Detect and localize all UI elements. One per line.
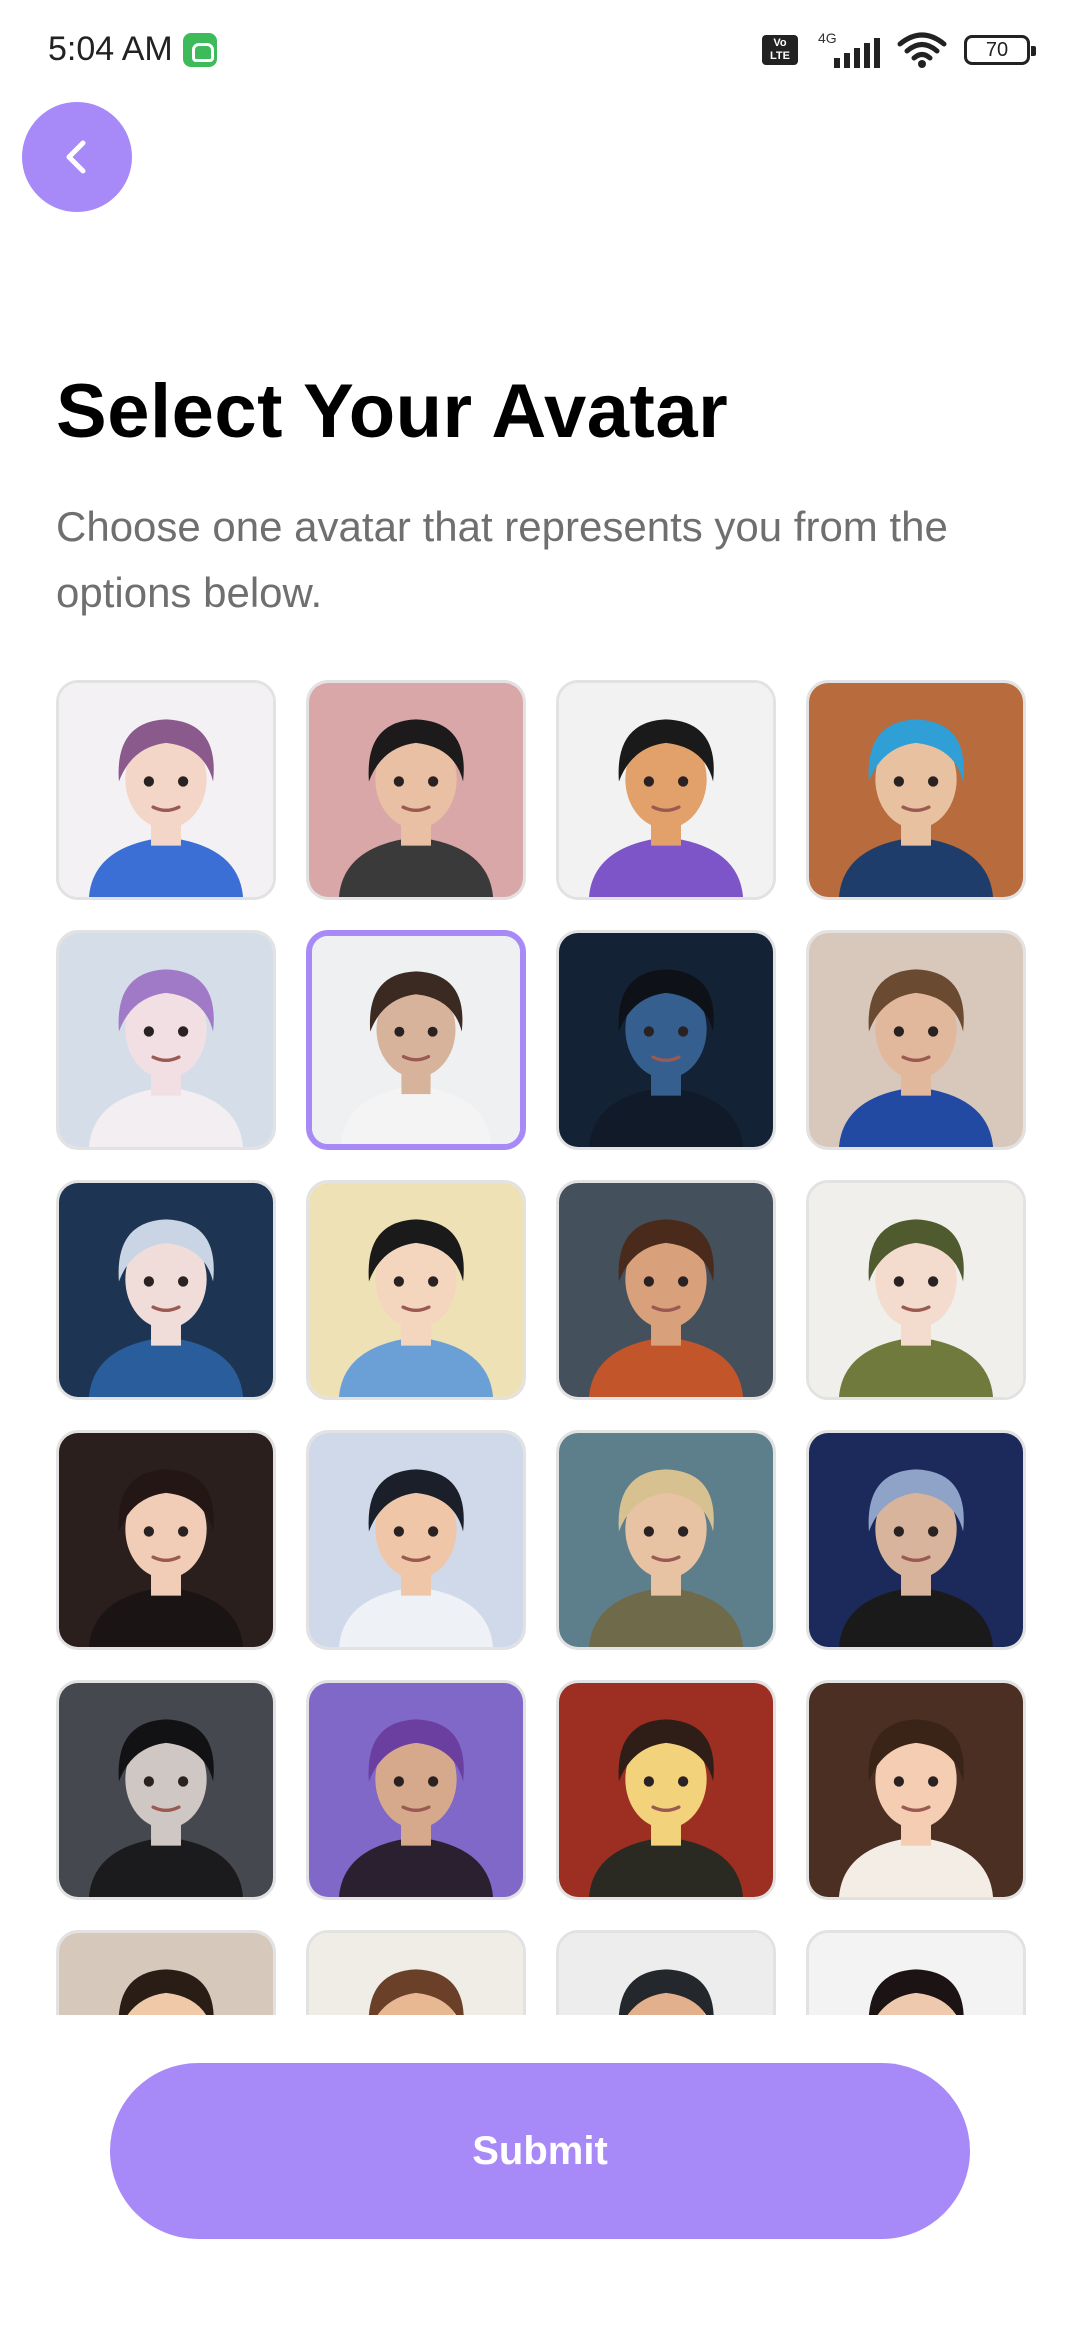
avatar-grid xyxy=(56,680,1028,2015)
avatar-image xyxy=(809,1683,1023,1897)
avatar-grid-scroll[interactable] xyxy=(56,680,1028,2015)
avatar-option[interactable] xyxy=(306,680,526,900)
avatar-image xyxy=(309,1683,523,1897)
avatar-option[interactable] xyxy=(306,1180,526,1400)
status-bar: 5:04 AM Vo LTE 4G 70 xyxy=(0,0,1080,100)
avatar-image xyxy=(559,683,773,897)
avatar-option[interactable] xyxy=(56,1430,276,1650)
avatar-image xyxy=(309,1933,523,2015)
avatar-image xyxy=(59,1433,273,1647)
avatar-image xyxy=(59,1683,273,1897)
avatar-image xyxy=(309,1183,523,1397)
avatar-option[interactable] xyxy=(806,1680,1026,1900)
avatar-image xyxy=(559,1183,773,1397)
avatar-option[interactable] xyxy=(56,680,276,900)
avatar-option[interactable] xyxy=(56,1680,276,1900)
avatar-option[interactable] xyxy=(806,1930,1026,2015)
avatar-image xyxy=(59,1183,273,1397)
avatar-option[interactable] xyxy=(56,1930,276,2015)
avatar-option[interactable] xyxy=(306,1430,526,1650)
avatar-option[interactable] xyxy=(556,1430,776,1650)
avatar-option[interactable] xyxy=(56,930,276,1150)
page-subtitle: Choose one avatar that represents you fr… xyxy=(56,503,948,616)
avatar-option[interactable] xyxy=(306,1680,526,1900)
avatar-image xyxy=(559,1933,773,2015)
avatar-image xyxy=(809,1183,1023,1397)
avatar-image xyxy=(312,936,520,1144)
app-notification-icon xyxy=(183,33,217,67)
avatar-option[interactable] xyxy=(806,930,1026,1150)
volte-icon: Vo LTE xyxy=(762,35,798,65)
submit-button-label: Submit xyxy=(472,2128,608,2173)
avatar-image xyxy=(59,933,273,1147)
avatar-option[interactable] xyxy=(306,930,526,1150)
avatar-image xyxy=(809,933,1023,1147)
avatar-image xyxy=(559,1433,773,1647)
avatar-image xyxy=(809,683,1023,897)
avatar-image xyxy=(59,1933,273,2015)
avatar-image xyxy=(309,1433,523,1647)
battery-icon: 70 xyxy=(964,35,1036,65)
wifi-icon xyxy=(897,32,947,68)
avatar-image xyxy=(559,1683,773,1897)
avatar-option[interactable] xyxy=(806,1180,1026,1400)
avatar-image xyxy=(809,1433,1023,1647)
avatar-image xyxy=(559,933,773,1147)
avatar-option[interactable] xyxy=(806,680,1026,900)
avatar-option[interactable] xyxy=(556,1180,776,1400)
cellular-signal-icon: 4G xyxy=(814,30,880,70)
avatar-option[interactable] xyxy=(306,1930,526,2015)
back-button[interactable] xyxy=(22,102,132,212)
avatar-option[interactable] xyxy=(556,1680,776,1900)
status-time: 5:04 AM xyxy=(48,30,173,68)
avatar-image xyxy=(309,683,523,897)
avatar-option[interactable] xyxy=(556,680,776,900)
battery-level: 70 xyxy=(985,39,1009,61)
avatar-image xyxy=(59,683,273,897)
avatar-image xyxy=(809,1933,1023,2015)
chevron-left-icon xyxy=(66,140,86,174)
avatar-option[interactable] xyxy=(56,1180,276,1400)
page-title: Select Your Avatar xyxy=(56,369,729,454)
status-icons: Vo LTE 4G 70 xyxy=(762,30,1036,70)
submit-button[interactable]: Submit xyxy=(110,2063,970,2239)
avatar-option[interactable] xyxy=(556,1930,776,2015)
avatar-option[interactable] xyxy=(556,930,776,1150)
avatar-option[interactable] xyxy=(806,1430,1026,1650)
